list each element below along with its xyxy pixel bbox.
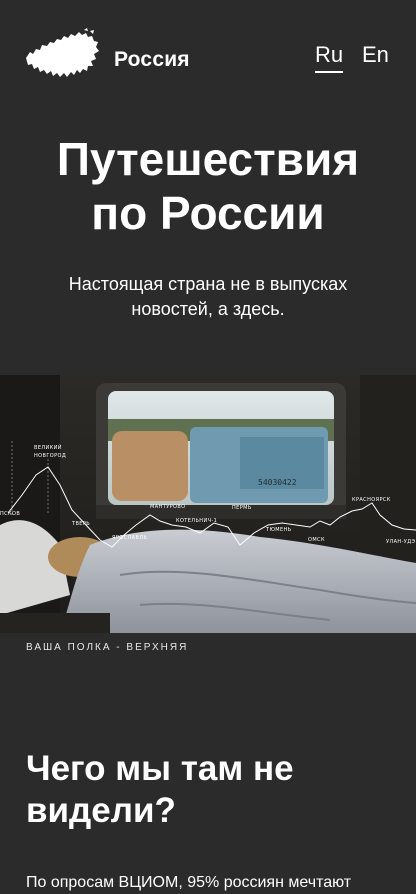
russia-map-icon[interactable]	[24, 28, 100, 82]
hero-photo-train: 54030422 ПСКОВ ВЕЛИКИЙ НОВГОРОД ТВЕРЬ ЯР…	[0, 375, 416, 633]
site-header: Россия Ru En	[0, 0, 416, 100]
hero-title-line2: по России	[91, 187, 325, 239]
train-compartment-illustration: 54030422 ПСКОВ ВЕЛИКИЙ НОВГОРОД ТВЕРЬ ЯР…	[0, 375, 416, 633]
route-label-mantrovo: МАНТУРОВО	[150, 504, 186, 510]
photo-caption: ВАША ПОЛКА - ВЕРХНЯЯ	[26, 642, 189, 653]
hero-title-line1: Путешествия	[56, 133, 360, 185]
route-label-pskov: ПСКОВ	[0, 511, 20, 517]
hero-title: Путешествия по России	[0, 132, 416, 240]
route-label-omsk: ОМСК	[308, 537, 325, 543]
language-ru-link[interactable]: Ru	[315, 42, 344, 73]
route-label-kotelnich: КОТЕЛЬНИЧ-1	[176, 518, 217, 524]
wagon-number: 54030422	[258, 478, 297, 487]
route-label-perm: ПЕРМЬ	[232, 505, 252, 511]
language-en-link[interactable]: En	[362, 42, 389, 68]
route-label-krasnoyarsk: КРАСНОЯРСК	[352, 497, 391, 503]
route-label-yaroslavl: ЯРОСЛАВЛЬ	[112, 535, 147, 541]
section-title: Чего мы там не видели?	[26, 748, 396, 832]
hero-subtitle-line1: Настоящая страна не в выпусках	[68, 274, 348, 294]
hero-subtitle-line2: новостей, а здесь.	[131, 299, 285, 319]
hero-subtitle: Настоящая страна не в выпусках новостей,…	[30, 272, 386, 322]
route-label-ulan-ude: УЛАН-УДЭ	[386, 539, 416, 545]
route-label-novgorod-1: ВЕЛИКИЙ	[34, 444, 62, 451]
section-title-line1: Чего мы там не	[26, 749, 294, 788]
route-label-tyumen: ТЮМЕНЬ	[265, 527, 292, 533]
brand-name[interactable]: Россия	[114, 48, 190, 72]
route-label-novgorod-2: НОВГОРОД	[34, 453, 66, 459]
section-body-text: По опросам ВЦИОМ, 95% россиян мечтают	[26, 874, 352, 891]
route-label-tver: ТВЕРЬ	[71, 521, 90, 527]
section-title-line2: видели?	[26, 791, 176, 830]
